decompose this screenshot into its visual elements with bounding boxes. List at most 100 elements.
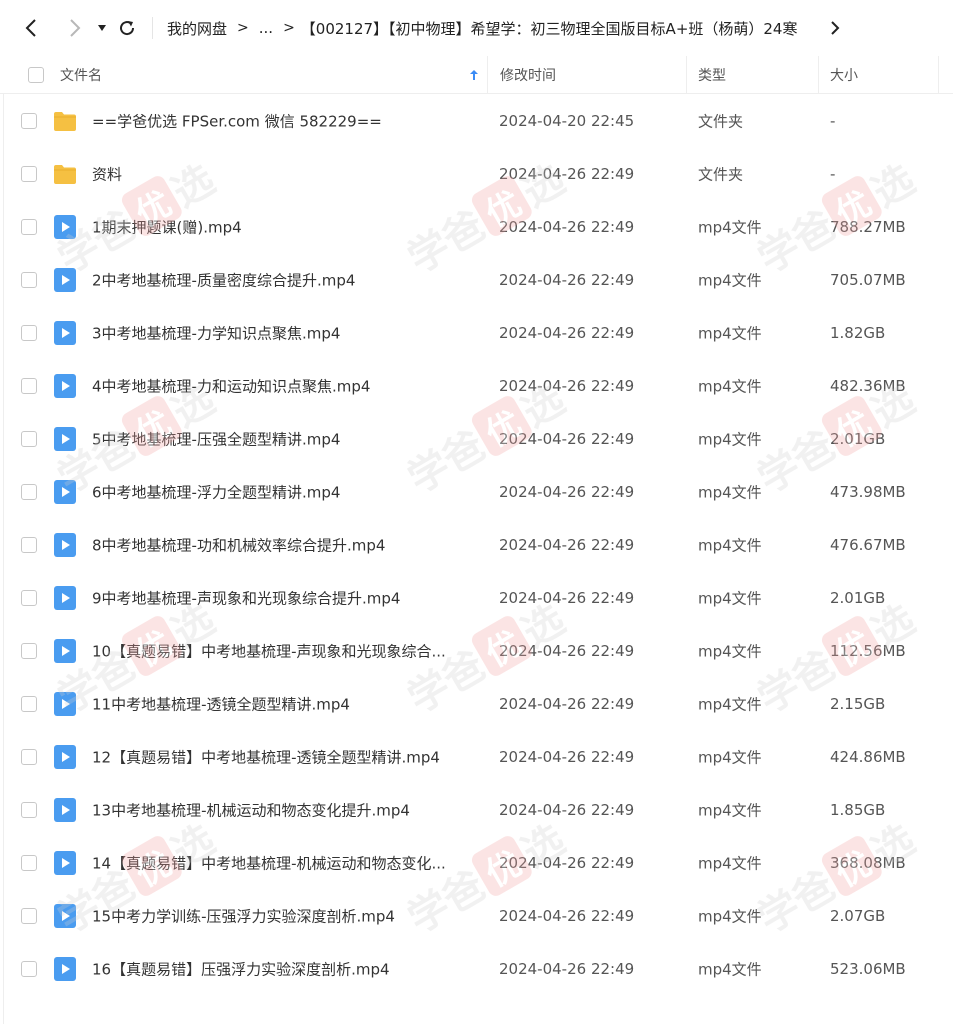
file-name[interactable]: 8中考地基梳理-功和机械效率综合提升.mp4 xyxy=(92,534,468,555)
file-row[interactable]: 2中考地基梳理-质量密度综合提升.mp4 2024-04-26 22:49 mp… xyxy=(0,253,953,306)
row-checkbox[interactable] xyxy=(21,165,37,182)
file-row[interactable]: 6中考地基梳理-浮力全题型精讲.mp4 2024-04-26 22:49 mp4… xyxy=(0,465,953,518)
select-all-checkbox[interactable] xyxy=(28,67,44,83)
chevron-right-icon xyxy=(831,21,840,35)
breadcrumb-more-button[interactable] xyxy=(821,10,849,46)
file-type: mp4文件 xyxy=(698,483,762,501)
row-checkbox[interactable] xyxy=(21,642,37,659)
file-modified: 2024-04-26 22:49 xyxy=(499,482,635,501)
file-name[interactable]: 13中考地基梳理-机械运动和物态变化提升.mp4 xyxy=(92,799,468,820)
back-button[interactable] xyxy=(14,10,50,46)
file-row[interactable]: 12【真题易错】中考地基梳理-透镜全题型精讲.mp4 2024-04-26 22… xyxy=(0,730,953,783)
file-name[interactable]: 11中考地基梳理-透镜全题型精讲.mp4 xyxy=(92,693,468,714)
file-name[interactable]: 16【真题易错】压强浮力实验深度剖析.mp4 xyxy=(92,958,468,979)
file-row[interactable]: 8中考地基梳理-功和机械效率综合提升.mp4 2024-04-26 22:49 … xyxy=(0,518,953,571)
file-row[interactable]: 13中考地基梳理-机械运动和物态变化提升.mp4 2024-04-26 22:4… xyxy=(0,783,953,836)
file-row[interactable]: 9中考地基梳理-声现象和光现象综合提升.mp4 2024-04-26 22:49… xyxy=(0,571,953,624)
row-checkbox[interactable] xyxy=(21,748,37,765)
video-icon xyxy=(52,320,78,346)
file-type: mp4文件 xyxy=(698,960,762,978)
row-checkbox[interactable] xyxy=(21,377,37,394)
file-row[interactable]: 3中考地基梳理-力学知识点聚焦.mp4 2024-04-26 22:49 mp4… xyxy=(0,306,953,359)
file-row[interactable]: 资料 2024-04-26 22:49 文件夹 - xyxy=(0,147,953,200)
file-size: 1.82GB xyxy=(830,323,886,342)
file-name[interactable]: 15中考力学训练-压强浮力实验深度剖析.mp4 xyxy=(92,905,468,926)
file-row[interactable]: 10【真题易错】中考地基梳理-声现象和光现象综合... 2024-04-26 2… xyxy=(0,624,953,677)
row-checkbox[interactable] xyxy=(21,907,37,924)
breadcrumb-root[interactable]: 我的网盘 xyxy=(167,18,227,39)
column-header-modified[interactable]: 修改时间 xyxy=(488,56,687,94)
history-dropdown-button[interactable] xyxy=(92,10,112,46)
file-size: 2.07GB xyxy=(830,906,886,925)
file-modified: 2024-04-26 22:49 xyxy=(499,429,635,448)
file-row[interactable]: 5中考地基梳理-压强全题型精讲.mp4 2024-04-26 22:49 mp4… xyxy=(0,412,953,465)
toolbar-divider xyxy=(152,17,153,39)
row-checkbox[interactable] xyxy=(21,536,37,553)
folder-icon xyxy=(52,108,78,134)
file-name[interactable]: 9中考地基梳理-声现象和光现象综合提升.mp4 xyxy=(92,587,468,608)
file-row[interactable]: 1期末押题课(赠).mp4 2024-04-26 22:49 mp4文件 788… xyxy=(0,200,953,253)
caret-down-icon xyxy=(98,25,106,31)
row-checkbox[interactable] xyxy=(21,589,37,606)
column-header-name-label: 文件名 xyxy=(60,68,102,84)
video-icon xyxy=(52,532,78,558)
file-row[interactable]: 14【真题易错】中考地基梳理-机械运动和物态变化... 2024-04-26 2… xyxy=(0,836,953,889)
file-row[interactable]: 11中考地基梳理-透镜全题型精讲.mp4 2024-04-26 22:49 mp… xyxy=(0,677,953,730)
file-name[interactable]: 10【真题易错】中考地基梳理-声现象和光现象综合... xyxy=(92,640,468,661)
file-size: 112.56MB xyxy=(830,641,906,660)
row-checkbox[interactable] xyxy=(21,695,37,712)
column-header-size[interactable]: 大小 xyxy=(819,56,939,94)
file-type: mp4文件 xyxy=(698,271,762,289)
chevron-right-icon xyxy=(70,19,81,37)
file-name[interactable]: ==学爸优选 FPSer.com 微信 582229== xyxy=(92,110,468,131)
column-header-type[interactable]: 类型 xyxy=(687,56,819,94)
file-modified: 2024-04-26 22:49 xyxy=(499,323,635,342)
row-checkbox[interactable] xyxy=(21,483,37,500)
file-type: mp4文件 xyxy=(698,695,762,713)
file-modified: 2024-04-26 22:49 xyxy=(499,747,635,766)
file-type: mp4文件 xyxy=(698,907,762,925)
column-header-type-label: 类型 xyxy=(698,68,726,84)
row-checkbox[interactable] xyxy=(21,218,37,235)
file-size: 523.06MB xyxy=(830,959,906,978)
video-icon xyxy=(52,585,78,611)
video-icon xyxy=(52,797,78,823)
row-checkbox[interactable] xyxy=(21,112,37,129)
file-row[interactable]: ==学爸优选 FPSer.com 微信 582229== 2024-04-20 … xyxy=(0,94,953,147)
refresh-button[interactable] xyxy=(112,10,142,46)
file-modified: 2024-04-20 22:45 xyxy=(499,111,635,130)
row-checkbox[interactable] xyxy=(21,801,37,818)
file-size: 368.08MB xyxy=(830,853,906,872)
file-name[interactable]: 14【真题易错】中考地基梳理-机械运动和物态变化... xyxy=(92,852,468,873)
row-checkbox[interactable] xyxy=(21,271,37,288)
row-checkbox[interactable] xyxy=(21,430,37,447)
file-name[interactable]: 资料 xyxy=(92,163,468,184)
row-checkbox[interactable] xyxy=(21,854,37,871)
forward-button[interactable] xyxy=(56,10,92,46)
breadcrumb-ellipsis[interactable]: ... xyxy=(259,19,273,37)
file-type: mp4文件 xyxy=(698,589,762,607)
file-name[interactable]: 12【真题易错】中考地基梳理-透镜全题型精讲.mp4 xyxy=(92,746,468,767)
file-modified: 2024-04-26 22:49 xyxy=(499,376,635,395)
video-icon xyxy=(52,214,78,240)
file-name[interactable]: 6中考地基梳理-浮力全题型精讲.mp4 xyxy=(92,481,468,502)
breadcrumb-current[interactable]: 【002127】【初中物理】希望学：初三物理全国版目标A+班（杨萌）24寒 xyxy=(301,18,798,39)
column-header-size-label: 大小 xyxy=(830,68,858,84)
column-header-name[interactable]: 文件名 xyxy=(60,56,488,94)
file-name[interactable]: 4中考地基梳理-力和运动知识点聚焦.mp4 xyxy=(92,375,468,396)
file-name[interactable]: 3中考地基梳理-力学知识点聚焦.mp4 xyxy=(92,322,468,343)
file-row[interactable]: 15中考力学训练-压强浮力实验深度剖析.mp4 2024-04-26 22:49… xyxy=(0,889,953,942)
file-name[interactable]: 1期末押题课(赠).mp4 xyxy=(92,216,468,237)
file-size: 2.01GB xyxy=(830,429,886,448)
file-modified: 2024-04-26 22:49 xyxy=(499,164,635,183)
file-type: mp4文件 xyxy=(698,854,762,872)
file-modified: 2024-04-26 22:49 xyxy=(499,270,635,289)
row-checkbox[interactable] xyxy=(21,324,37,341)
file-name[interactable]: 5中考地基梳理-压强全题型精讲.mp4 xyxy=(92,428,468,449)
video-icon xyxy=(52,691,78,717)
file-type: mp4文件 xyxy=(698,218,762,236)
file-name[interactable]: 2中考地基梳理-质量密度综合提升.mp4 xyxy=(92,269,468,290)
file-row[interactable]: 16【真题易错】压强浮力实验深度剖析.mp4 2024-04-26 22:49 … xyxy=(0,942,953,995)
file-row[interactable]: 4中考地基梳理-力和运动知识点聚焦.mp4 2024-04-26 22:49 m… xyxy=(0,359,953,412)
row-checkbox[interactable] xyxy=(21,960,37,977)
